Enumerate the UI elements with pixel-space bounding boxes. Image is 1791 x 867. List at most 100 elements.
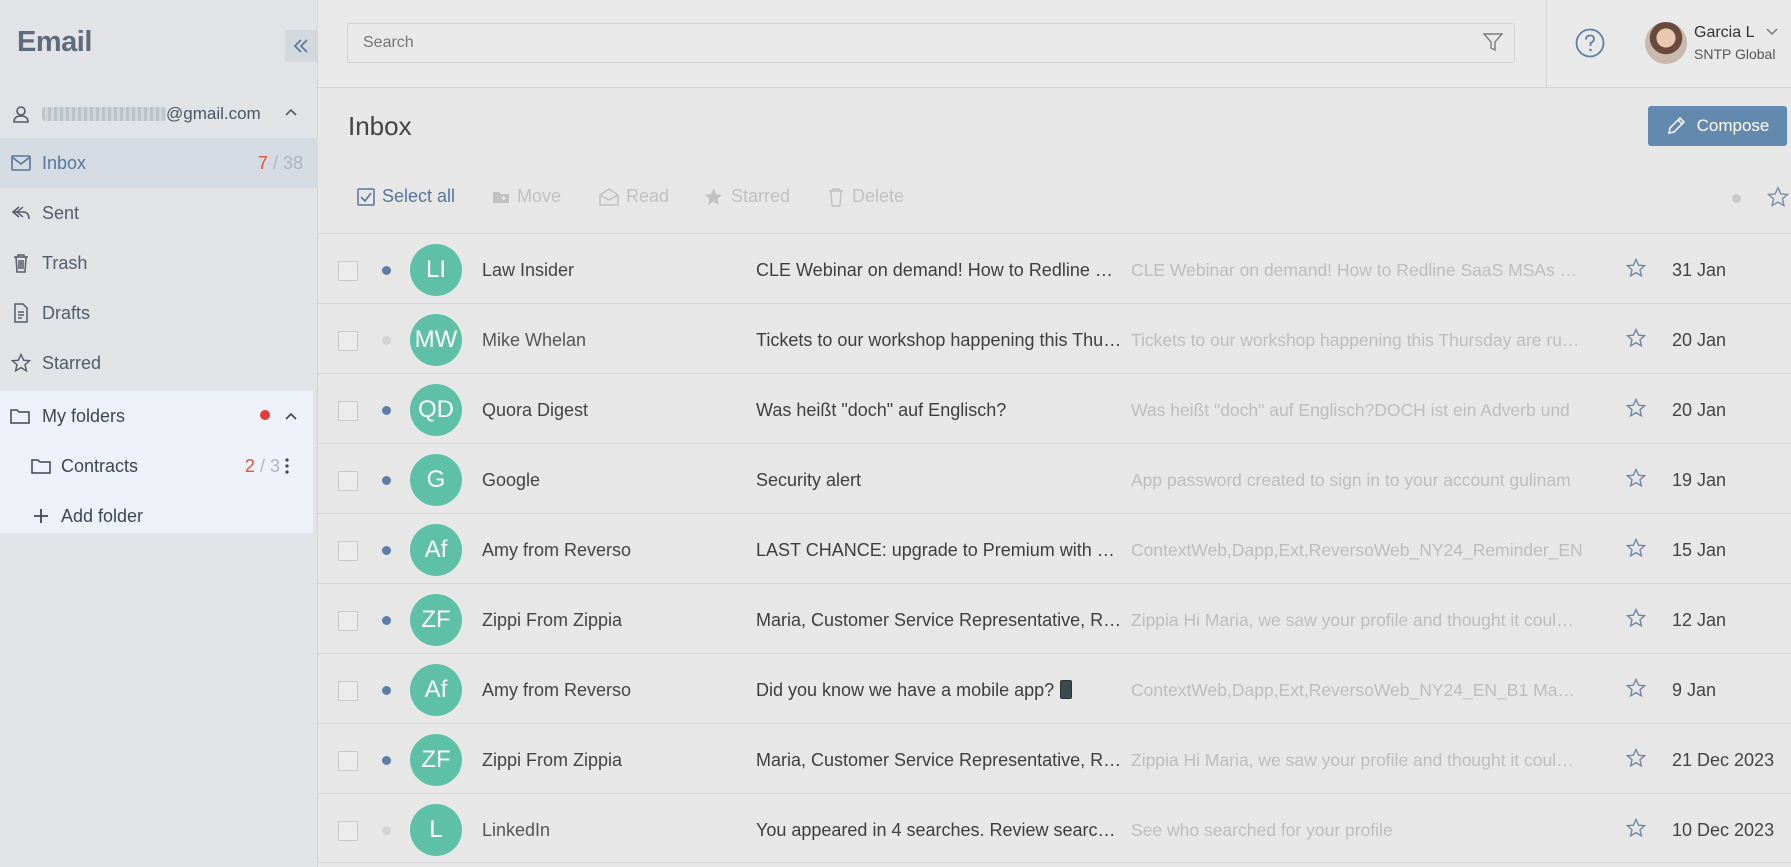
unread-dot[interactable] (382, 406, 391, 415)
starred-label: Starred (731, 186, 791, 206)
read-label: Read (626, 186, 670, 206)
sender-avatar: ZF (410, 734, 462, 786)
unread-dot[interactable] (382, 476, 391, 485)
email-row[interactable]: LI Law Insider CLE Webinar on demand! How … (318, 233, 1791, 303)
email-preview: Zippia Hi Maria, we saw your profile and… (1131, 750, 1583, 770)
search-input[interactable] (347, 23, 1515, 63)
sender-avatar: MW (410, 314, 462, 366)
sender-name: Amy from Reverso (482, 680, 632, 700)
delete-button[interactable]: Delete (827, 186, 904, 207)
email-subject: Did you know we have a mobile app? (756, 680, 1124, 701)
email-preview: CLE Webinar on demand! How to Redline Sa… (1131, 260, 1583, 280)
email-row[interactable]: Af Amy from Reverso Did you know we have a… (318, 653, 1791, 723)
star-icon[interactable] (1625, 817, 1647, 843)
user-name[interactable]: Garcia L (1694, 24, 1754, 42)
help-icon[interactable] (1575, 28, 1605, 58)
unread-filter-dot[interactable] (1732, 194, 1741, 203)
account-email-redacted (42, 107, 166, 121)
select-all-button[interactable]: Select all (357, 186, 455, 207)
row-checkbox[interactable] (338, 541, 358, 561)
star-icon[interactable] (1625, 607, 1647, 633)
collapse-sidebar-button[interactable] (285, 30, 317, 62)
star-icon[interactable] (1625, 677, 1647, 703)
star-icon[interactable] (1625, 257, 1647, 283)
row-checkbox[interactable] (338, 261, 358, 281)
email-subject: Was heißt "doch" auf Englisch? (756, 400, 1007, 420)
email-date: 10 Dec 2023 (1672, 820, 1775, 840)
folder-icon (10, 405, 32, 427)
star-icon[interactable] (1625, 327, 1647, 353)
unread-dot[interactable] (382, 756, 391, 765)
star-icon[interactable] (1625, 537, 1647, 563)
row-checkbox[interactable] (338, 331, 358, 351)
sidebar-item-sent[interactable]: Sent (0, 188, 318, 238)
email-row[interactable]: G Google Security alert App password create… (318, 443, 1791, 513)
sidebar-item-label: Trash (42, 252, 88, 273)
select-all-label: Select all (382, 186, 456, 206)
email-row[interactable]: ZF Zippi From Zippia Maria, Customer Servi… (318, 723, 1791, 793)
email-row[interactable]: Af Amy from Reverso LAST CHANCE: upgrade t… (318, 513, 1791, 583)
sender-name: Amy from Reverso (482, 540, 632, 560)
sender-avatar: LI (410, 244, 462, 296)
account-email-suffix: @gmail.com (166, 104, 261, 123)
add-folder-button[interactable]: Add folder (0, 491, 313, 541)
envelope-icon (10, 152, 32, 174)
unread-dot[interactable] (382, 266, 391, 275)
email-row[interactable]: QD Quora Digest Was heißt "doch" auf Engli… (318, 373, 1791, 443)
row-checkbox[interactable] (338, 611, 358, 631)
email-preview: App password created to sign in to your … (1131, 470, 1571, 490)
move-label: Move (517, 186, 562, 206)
folder-contracts[interactable]: Contracts 2 / 3 (0, 441, 313, 491)
sidebar-item-label: Inbox (42, 152, 87, 173)
sender-avatar: G (410, 454, 462, 506)
row-checkbox[interactable] (338, 471, 358, 491)
user-avatar[interactable] (1645, 22, 1687, 64)
sidebar-item-inbox[interactable]: Inbox 7 / 38 (0, 138, 318, 188)
sidebar-item-label: Sent (42, 202, 80, 223)
sidebar: Email @gmail.com Inbox 7 / 38 Sent Trash… (0, 0, 318, 867)
star-icon[interactable] (1625, 747, 1647, 773)
email-subject: CLE Webinar on demand! How to Redline Sa… (756, 260, 1124, 280)
email-row[interactable]: ZF Zippi From Zippia Maria, Customer Servi… (318, 583, 1791, 653)
sender-name: Mike Whelan (482, 330, 587, 350)
unread-dot[interactable] (382, 826, 391, 835)
compose-button[interactable]: Compose (1648, 106, 1787, 146)
more-vertical-icon[interactable] (285, 457, 289, 475)
sidebar-item-drafts[interactable]: Drafts (0, 288, 318, 338)
star-icon[interactable] (1625, 467, 1647, 493)
unread-indicator (260, 410, 270, 420)
unread-dot[interactable] (382, 546, 391, 555)
email-date: 21 Dec 2023 (1672, 750, 1775, 770)
account-selector[interactable]: @gmail.com (0, 94, 318, 134)
folders-panel: My folders Contracts 2 / 3 Add folder (0, 391, 313, 533)
folder-icon (31, 455, 53, 477)
star-icon[interactable] (1625, 397, 1647, 423)
email-row[interactable]: L LinkedIn You appeared in 4 searches. Rev… (318, 793, 1791, 863)
filter-icon[interactable] (1483, 32, 1503, 52)
unread-dot[interactable] (382, 616, 391, 625)
row-checkbox[interactable] (338, 681, 358, 701)
chevron-down-icon[interactable] (1765, 26, 1779, 38)
email-subject: Tickets to our workshop happening this T… (756, 330, 1124, 350)
sidebar-item-starred[interactable]: Starred (0, 338, 318, 388)
sidebar-item-trash[interactable]: Trash (0, 238, 318, 288)
row-checkbox[interactable] (338, 401, 358, 421)
unread-dot[interactable] (382, 336, 391, 345)
email-subject: Security alert (756, 470, 862, 490)
starred-button[interactable]: Starred (703, 186, 790, 207)
row-checkbox[interactable] (338, 821, 358, 841)
mark-read-button[interactable]: Read (599, 186, 669, 207)
delete-label: Delete (852, 186, 905, 206)
row-checkbox[interactable] (338, 751, 358, 771)
email-row[interactable]: MW Mike Whelan Tickets to our workshop hap… (318, 303, 1791, 373)
unread-dot[interactable] (382, 686, 391, 695)
page-title: Inbox (348, 111, 412, 141)
email-date: 31 Jan (1672, 260, 1727, 280)
star-filter-icon[interactable] (1767, 186, 1789, 208)
divider (1546, 0, 1547, 88)
app-title: Email (17, 26, 92, 58)
sender-avatar: L (410, 804, 462, 856)
trash-icon (829, 187, 843, 207)
move-button[interactable]: Move (492, 186, 561, 207)
my-folders-toggle[interactable]: My folders (0, 391, 313, 441)
